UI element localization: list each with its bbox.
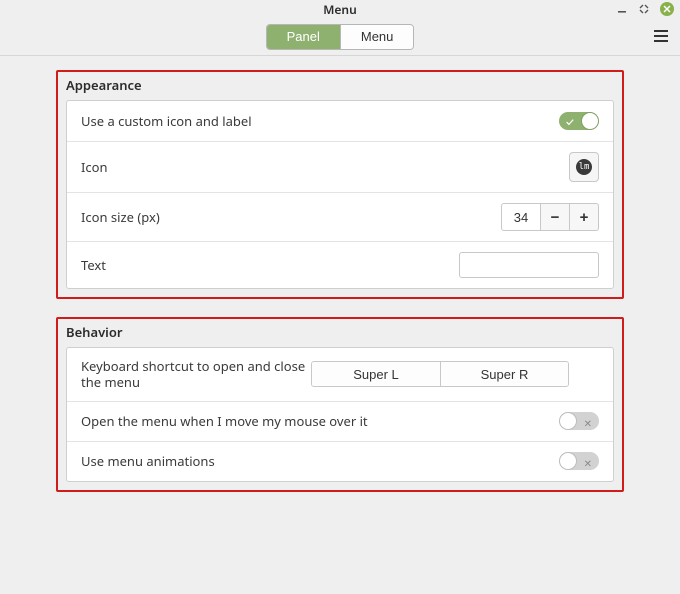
toggle-hover-open[interactable]: ✕ [559, 412, 599, 430]
label-hover-open: Open the menu when I move my mouse over … [81, 412, 559, 430]
group-behavior: Behavior Keyboard shortcut to open and c… [56, 317, 624, 492]
label-animations: Use menu animations [81, 452, 559, 470]
icon-size-spinner: − + [501, 203, 599, 231]
toggle-animations[interactable]: ✕ [559, 452, 599, 470]
page-content: Appearance Use a custom icon and label ✓… [0, 56, 680, 492]
icon-picker-button[interactable]: lm [569, 152, 599, 182]
group-title-behavior: Behavior [66, 319, 614, 347]
group-title-appearance: Appearance [66, 72, 614, 100]
minimize-icon[interactable] [616, 3, 628, 15]
titlebar: Menu [0, 0, 680, 18]
tab-switcher: Panel Menu [266, 24, 415, 50]
appearance-rows: Use a custom icon and label ✓ Icon lm [66, 100, 614, 289]
icon-size-input[interactable] [501, 203, 541, 231]
decrement-button[interactable]: − [540, 203, 570, 231]
cross-icon: ✕ [584, 416, 592, 430]
menu-logo-icon: lm [576, 159, 592, 175]
row-icon-size: Icon size (px) − + [67, 192, 613, 241]
window-controls [616, 2, 674, 16]
row-text: Text [67, 241, 613, 288]
text-input[interactable] [459, 252, 599, 278]
check-icon: ✓ [566, 115, 574, 130]
shortcut-buttons: Super L Super R [311, 361, 569, 387]
cross-icon: ✕ [584, 456, 592, 470]
label-icon-size: Icon size (px) [81, 208, 501, 226]
increment-button[interactable]: + [569, 203, 599, 231]
row-icon: Icon lm [67, 141, 613, 192]
row-custom-icon: Use a custom icon and label ✓ [67, 101, 613, 141]
window-title: Menu [323, 1, 356, 18]
row-animations: Use menu animations ✕ [67, 441, 613, 481]
row-hover-open: Open the menu when I move my mouse over … [67, 401, 613, 441]
behavior-rows: Keyboard shortcut to open and close the … [66, 347, 614, 482]
maximize-icon[interactable] [638, 3, 650, 15]
label-text: Text [81, 256, 459, 274]
label-custom-icon: Use a custom icon and label [81, 112, 559, 130]
tab-menu[interactable]: Menu [340, 25, 414, 49]
shortcut-1-button[interactable]: Super L [312, 362, 440, 386]
label-icon: Icon [81, 158, 569, 176]
close-icon[interactable] [660, 2, 674, 16]
group-appearance: Appearance Use a custom icon and label ✓… [56, 70, 624, 299]
header-toolbar: Panel Menu [0, 18, 680, 56]
hamburger-icon[interactable] [654, 28, 668, 46]
shortcut-2-button[interactable]: Super R [440, 362, 568, 386]
label-shortcut: Keyboard shortcut to open and close the … [81, 358, 311, 391]
tab-panel[interactable]: Panel [267, 25, 340, 49]
row-shortcut: Keyboard shortcut to open and close the … [67, 348, 613, 401]
toggle-custom-icon[interactable]: ✓ [559, 112, 599, 130]
